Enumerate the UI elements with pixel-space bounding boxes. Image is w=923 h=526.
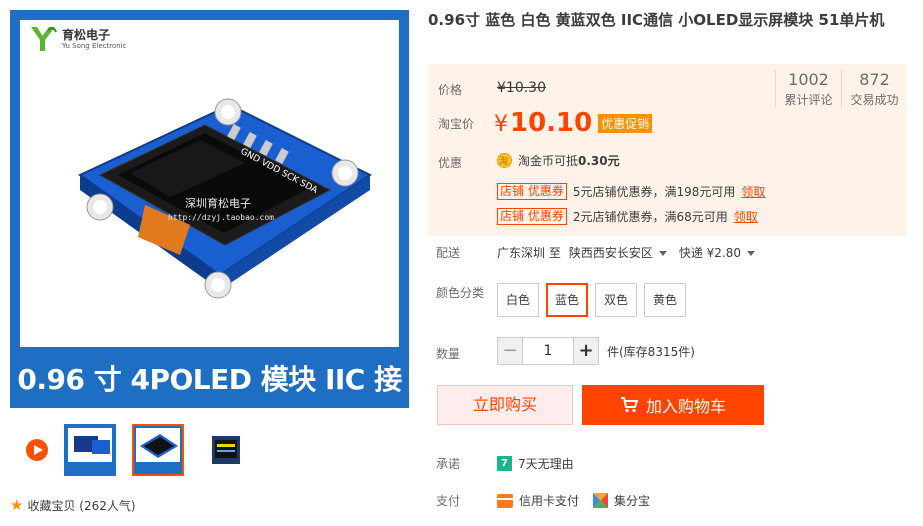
seven-day-return-icon: 7 — [497, 456, 512, 471]
stock-info: 件(库存8315件) — [607, 344, 695, 359]
main-product-image[interactable]: 育松电子 Yu Song Electronic GND VDD SCK SDA … — [10, 10, 409, 408]
promise-label: 承诺 — [436, 457, 461, 471]
add-to-cart-button[interactable]: 加入购物车 — [582, 385, 764, 425]
increase-button[interactable]: + — [573, 337, 599, 365]
quantity-label: 数量 — [436, 347, 461, 361]
credit-card-icon — [497, 493, 513, 508]
brand-y-icon — [31, 27, 57, 51]
promo-tag[interactable]: 优惠促销 — [598, 114, 653, 133]
product-title: 0.96寸 蓝色 白色 黄蓝双色 IIC通信 小OLED显示屏模块 51单片机 — [428, 11, 885, 29]
color-label: 颜色分类 — [436, 286, 485, 300]
coupon-row-2: 店铺 优惠券 2元店铺优惠券，满68元可用 领取 — [497, 208, 758, 225]
taobao-coin-icon — [497, 153, 512, 168]
shop-coupon-tag: 店铺 优惠券 — [497, 208, 567, 225]
taobao-price-label: 淘宝价 — [438, 117, 475, 131]
star-icon: ★ — [10, 496, 24, 514]
stat-reviews[interactable]: 1002 累计评论 — [775, 70, 841, 108]
thumbnail-3[interactable] — [200, 424, 252, 476]
stat-transactions[interactable]: 872 交易成功 — [841, 70, 907, 108]
quantity-input[interactable]: 1 — [523, 337, 573, 365]
decrease-button[interactable]: − — [497, 337, 523, 365]
cart-icon — [620, 397, 638, 413]
quantity-label-row: 数量 — [428, 345, 497, 362]
ship-method-select[interactable]: 快递 ¥2.80 — [678, 244, 756, 261]
promise-text[interactable]: 7天无理由 — [518, 455, 574, 472]
coin-text: 淘金币可抵 — [518, 154, 579, 168]
jifenbao-icon — [593, 493, 609, 508]
play-video-icon[interactable] — [26, 439, 48, 461]
watermark-url: http://dzyj.taobao.com — [168, 213, 274, 222]
coupon-text: 2元店铺优惠券，满68元可用 — [572, 210, 728, 224]
thumbnail-1-image — [68, 428, 112, 472]
color-options: 白色 蓝色 双色 黄色 — [497, 283, 686, 317]
favorite-link[interactable]: ★ 收藏宝贝 (262人气) — [10, 497, 136, 514]
payment-row: 支付 信用卡支付 集分宝 — [428, 492, 650, 509]
payment-method-jifenbao[interactable]: 集分宝 — [614, 492, 650, 509]
stat-transactions-count: 872 — [859, 70, 890, 89]
coupon-text: 5元店铺优惠券，满198元可用 — [572, 185, 736, 199]
favorite-label: 收藏宝贝 (262人气) — [27, 499, 136, 513]
thumbnail-strip — [10, 420, 252, 480]
buy-now-button[interactable]: 立即购买 — [437, 385, 573, 425]
current-price: 10.10 — [510, 108, 593, 138]
thumbnail-3-image — [212, 436, 240, 464]
color-option-dual[interactable]: 双色 — [595, 283, 637, 317]
ship-to-select[interactable]: 陕西西安长安区 — [569, 244, 667, 261]
payment-method-credit[interactable]: 信用卡支付 — [519, 492, 579, 509]
price-panel: 价格 ¥10.30 淘宝价 ¥ 10.10 优惠促销 1002 累计评论 872… — [428, 64, 907, 236]
oled-module-illustration: GND VDD SCK SDA 深圳育松电子 http://dzyj.taoba… — [78, 98, 372, 299]
thumbnail-1[interactable] — [64, 424, 116, 476]
currency-symbol: ¥ — [494, 112, 508, 137]
claim-coupon-link[interactable]: 领取 — [741, 183, 765, 200]
watermark-text: 深圳育松电子 — [185, 196, 251, 210]
taobao-price: ¥ 10.10 优惠促销 — [494, 108, 653, 138]
promise-row: 承诺 7 7天无理由 — [428, 455, 574, 472]
ship-from: 广东深圳 至 — [497, 246, 561, 260]
color-option-blue-selected[interactable]: 蓝色 — [546, 283, 588, 317]
stat-reviews-label: 累计评论 — [784, 93, 833, 107]
promotions-label: 优惠 — [438, 156, 463, 170]
shipping-label: 配送 — [436, 246, 461, 260]
thumbnail-2-selected[interactable] — [132, 424, 184, 476]
coin-offer: 淘金币可抵0.30元 — [497, 152, 620, 169]
banner-caption: 0.96 寸 4POLED 模块 IIC 接口 — [17, 363, 402, 396]
coin-amount: 0.30元 — [578, 154, 620, 168]
color-option-yellow[interactable]: 黄色 — [644, 283, 686, 317]
sales-stats: 1002 累计评论 872 交易成功 — [775, 70, 907, 108]
ship-method: 快递 ¥2.80 — [678, 246, 742, 260]
payment-label: 支付 — [436, 494, 461, 508]
color-label-row: 颜色分类 — [428, 284, 497, 301]
chevron-down-icon — [658, 251, 667, 256]
original-price: ¥10.30 — [497, 80, 546, 96]
stat-reviews-count: 1002 — [788, 70, 829, 89]
quantity-stepper: − 1 + 件(库存8315件) — [497, 337, 695, 365]
shipping-row: 配送 广东深圳 至 陕西西安长安区 快递 ¥2.80 — [428, 244, 756, 261]
add-cart-label: 加入购物车 — [645, 397, 726, 416]
thumbnail-2-image — [136, 428, 180, 472]
color-option-white[interactable]: 白色 — [497, 283, 539, 317]
price-label: 价格 — [438, 83, 463, 97]
stat-transactions-label: 交易成功 — [850, 93, 899, 107]
coupon-row-1: 店铺 优惠券 5元店铺优惠券，满198元可用 领取 — [497, 183, 765, 200]
ship-to: 陕西西安长安区 — [568, 246, 653, 260]
claim-coupon-link[interactable]: 领取 — [734, 208, 758, 225]
shop-coupon-tag: 店铺 优惠券 — [497, 183, 567, 200]
brand-logo: 育松电子 Yu Song Electronic — [28, 24, 126, 54]
chevron-down-icon — [747, 251, 756, 256]
brand-subtitle: Yu Song Electronic — [62, 41, 127, 50]
brand-name: 育松电子 — [62, 27, 111, 42]
